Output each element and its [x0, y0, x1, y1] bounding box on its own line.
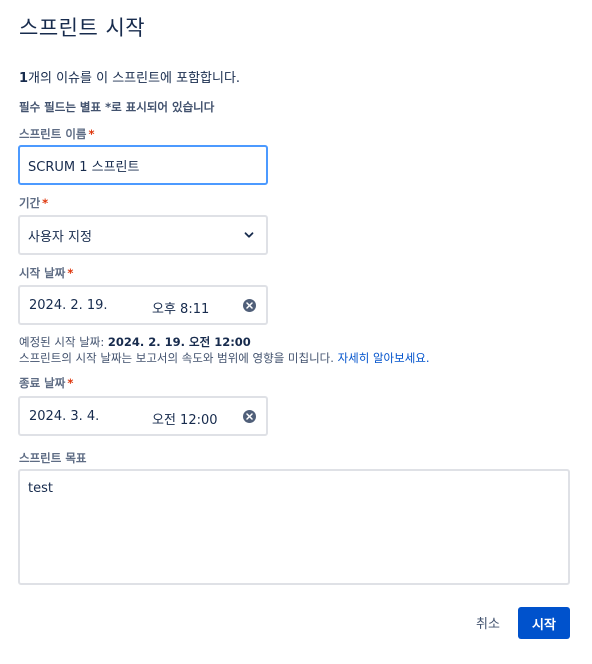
sprint-name-input[interactable]: SCRUM 1 스프린트: [18, 145, 268, 185]
duration-label-text: 기간: [19, 196, 41, 210]
start-date-value[interactable]: 2024. 2. 19.: [29, 298, 108, 313]
duration-value: 사용자 지정: [28, 229, 92, 245]
sprint-name-value: SCRUM 1 스프린트: [28, 159, 140, 175]
start-date-label-text: 시작 날짜: [19, 266, 66, 280]
report-impact-text: 스프린트의 시작 날짜는 보고서의 속도와 범위에 영향을 미칩니다.: [19, 351, 338, 365]
duration-select[interactable]: 사용자 지정: [18, 215, 268, 255]
issue-count: 1: [19, 71, 29, 86]
report-impact-hint: 스프린트의 시작 날짜는 보고서의 속도와 범위에 영향을 미칩니다. 자세히 …: [19, 350, 430, 366]
required-fields-note: 필수 필드는 별표 *로 표시되어 있습니다: [19, 100, 215, 114]
sprint-name-label: 스프린트 이름 *: [19, 126, 95, 142]
clear-icon[interactable]: [243, 410, 256, 423]
clear-icon[interactable]: [243, 299, 256, 312]
sprint-goal-textarea[interactable]: test: [18, 469, 570, 585]
end-date-value[interactable]: 2024. 3. 4.: [29, 409, 99, 424]
end-date-label-text: 종료 날짜: [19, 376, 66, 390]
required-asterisk: *: [42, 196, 49, 210]
end-time-value[interactable]: 오전 12:00: [152, 409, 218, 428]
end-date-label: 종료 날짜 *: [19, 375, 73, 391]
sprint-goal-label: 스프린트 목표: [19, 451, 87, 465]
end-date-picker[interactable]: 2024. 3. 4. 오전 12:00: [18, 396, 268, 436]
required-asterisk: *: [88, 127, 95, 141]
start-date-label: 시작 날짜 *: [19, 265, 73, 281]
sprint-name-label-text: 스프린트 이름: [19, 127, 87, 141]
chevron-down-icon: [244, 232, 254, 238]
planned-start-value: 2024. 2. 19. 오전 12:00: [107, 335, 251, 349]
issue-count-text: 1개의 이슈를 이 스프린트에 포함합니다.: [19, 67, 240, 86]
start-button[interactable]: 시작: [518, 607, 570, 639]
start-time-value[interactable]: 오후 8:11: [152, 298, 209, 317]
cancel-button[interactable]: 취소: [466, 607, 510, 638]
learn-more-link[interactable]: 자세히 알아보세요.: [338, 351, 430, 365]
start-date-picker[interactable]: 2024. 2. 19. 오후 8:11: [18, 285, 268, 325]
required-asterisk: *: [67, 266, 74, 280]
required-asterisk: *: [67, 376, 74, 390]
planned-start-prefix: 예정된 시작 날짜:: [19, 335, 108, 349]
issue-count-suffix: 개의 이슈를 이 스프린트에 포함합니다.: [28, 71, 241, 86]
planned-start-hint: 예정된 시작 날짜: 2024. 2. 19. 오전 12:00: [19, 334, 251, 350]
duration-label: 기간 *: [19, 195, 48, 211]
dialog-title: 스프린트 시작: [19, 16, 146, 40]
